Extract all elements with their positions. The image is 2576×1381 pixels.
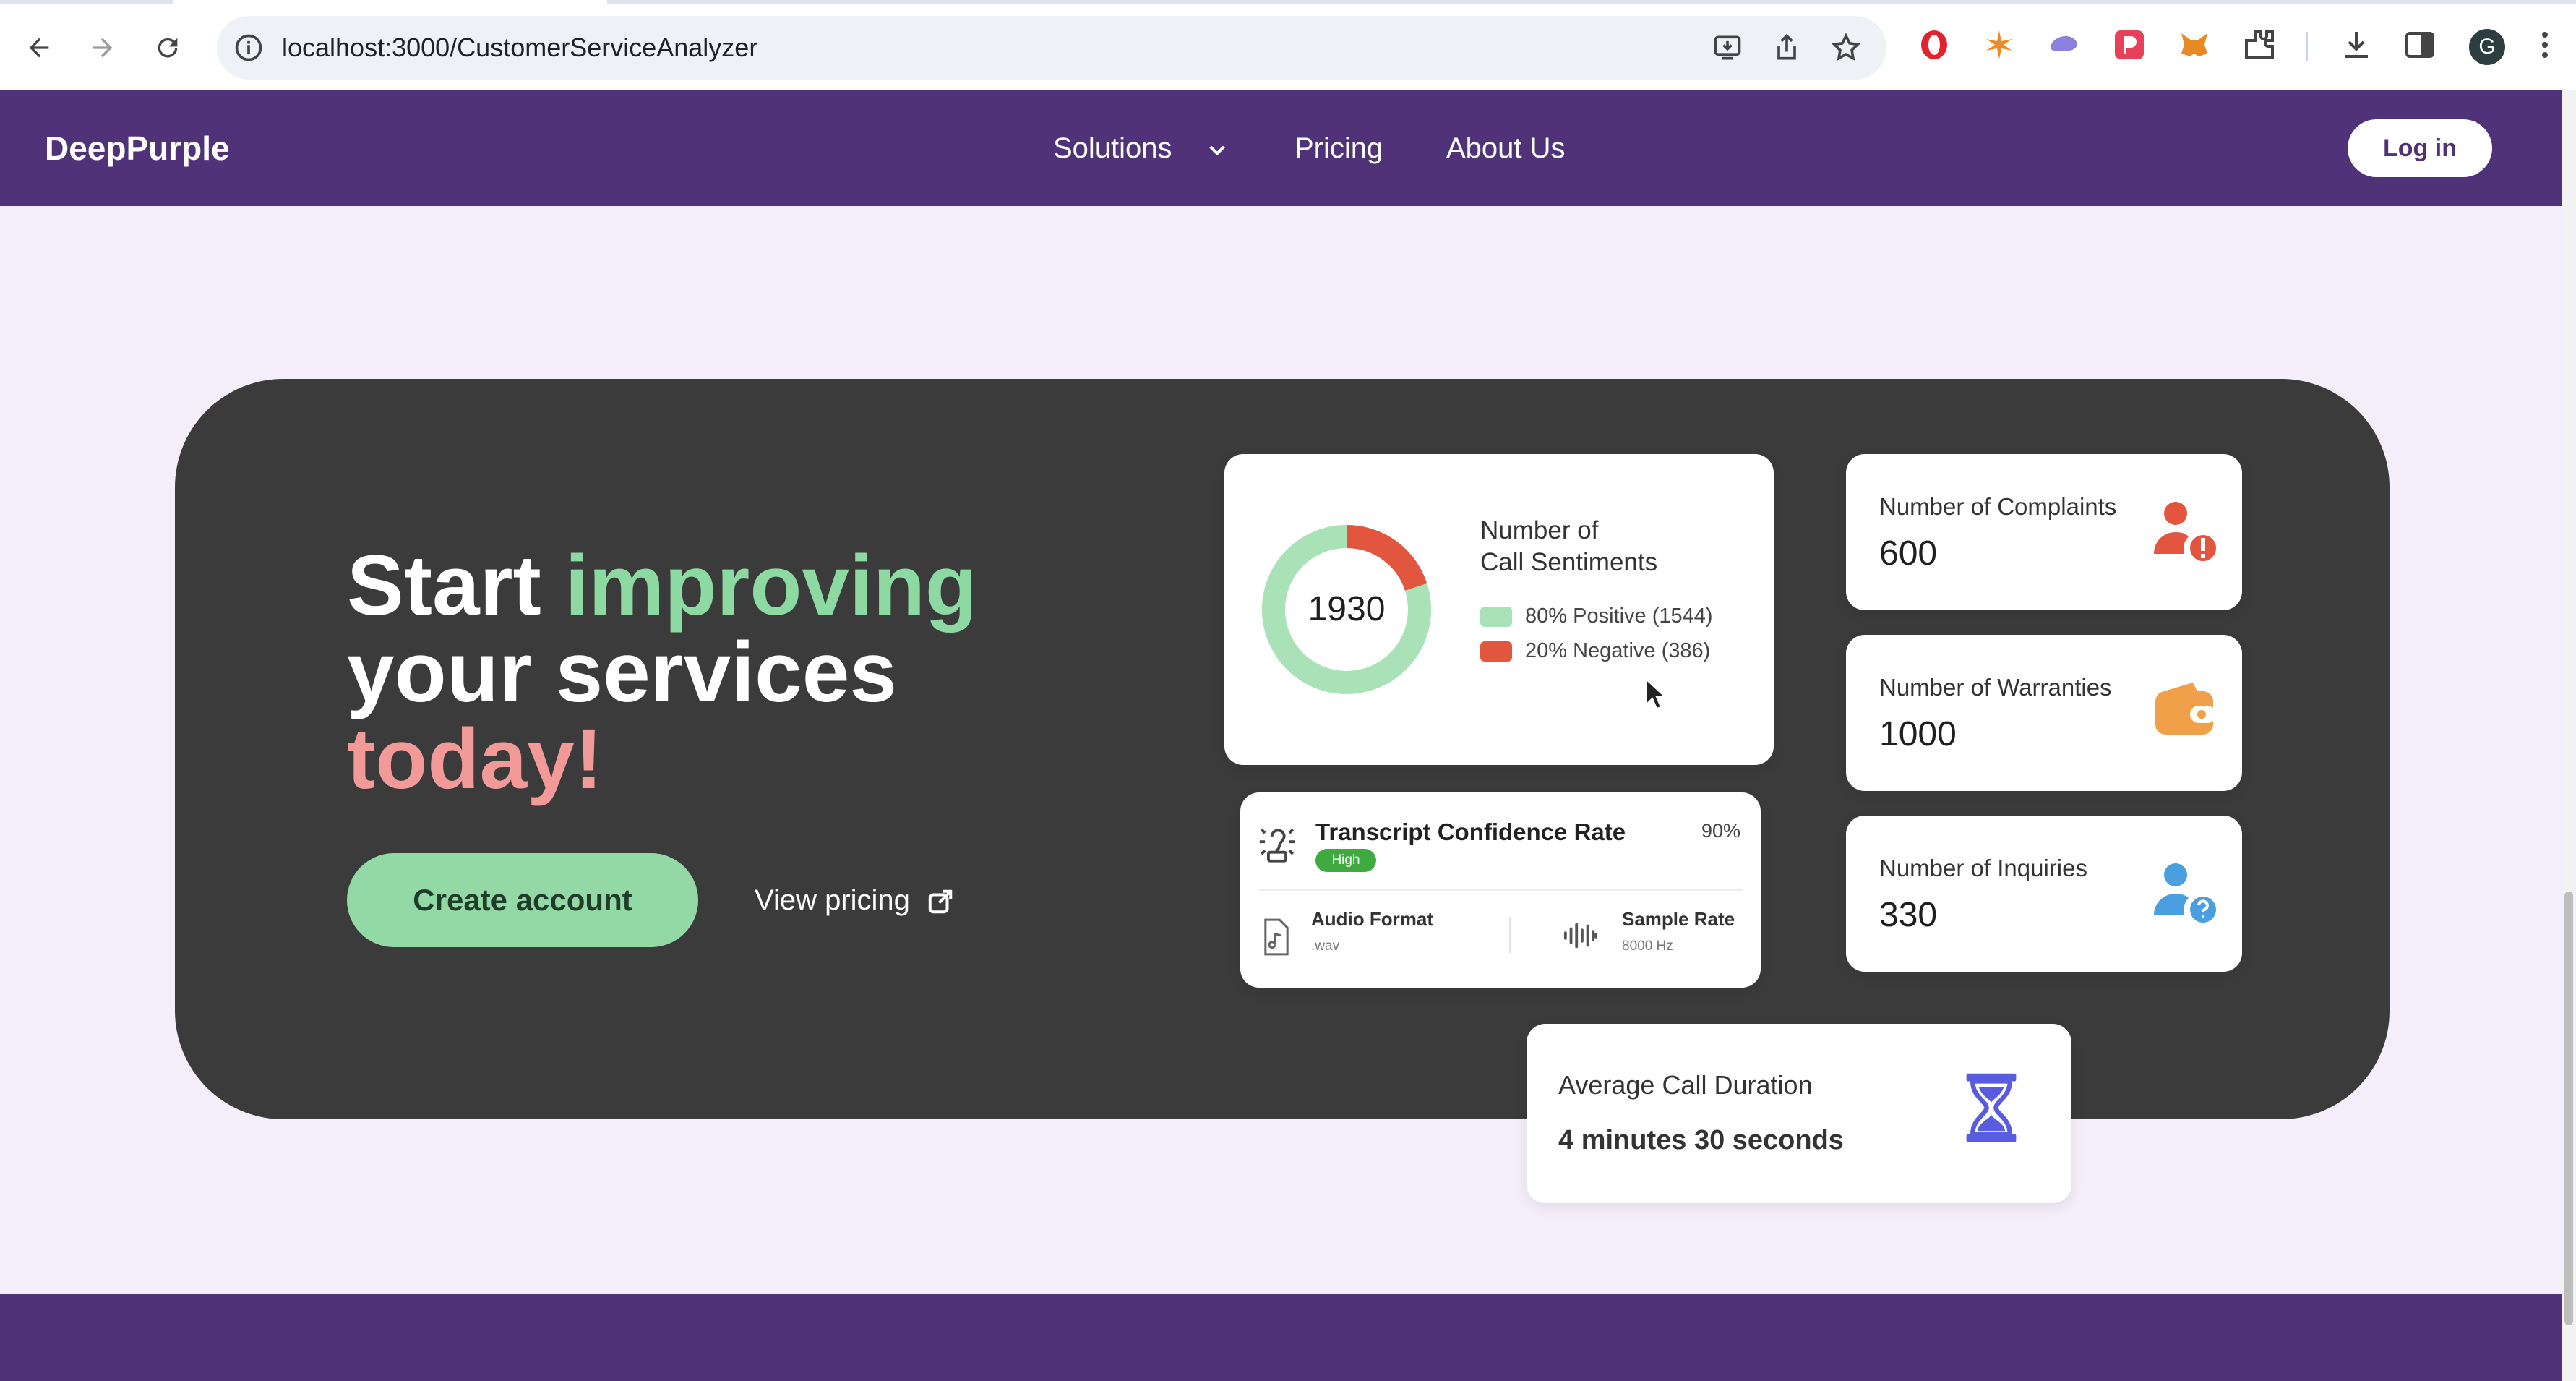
- warranties-value: 1000: [1879, 715, 1957, 753]
- confidence-percent: 90%: [1701, 820, 1740, 842]
- inquiries-card: Number of Inquiries 330: [1846, 816, 2242, 972]
- duration-value: 4 minutes 30 seconds: [1558, 1125, 1844, 1155]
- confidence-divider: [1259, 889, 1742, 891]
- sentiment-total: 1930: [1308, 590, 1386, 628]
- login-button[interactable]: Log in: [2348, 119, 2492, 177]
- inquiries-value: 330: [1879, 896, 1938, 934]
- url-text[interactable]: localhost:3000/CustomerServiceAnalyzer: [282, 16, 757, 80]
- sample-rate-value: 8000 Hz: [1622, 939, 1673, 954]
- install-app-icon[interactable]: [1712, 32, 1743, 64]
- download-icon[interactable]: [2339, 27, 2374, 62]
- headline-word-start: Start: [347, 538, 541, 633]
- legend-negative-label: 20% Negative (386): [1525, 639, 1711, 662]
- back-button[interactable]: [19, 27, 59, 68]
- page-scrollbar[interactable]: [2562, 90, 2576, 1381]
- bookmark-star-icon[interactable]: [1830, 32, 1862, 64]
- arrow-right-icon: [93, 38, 113, 58]
- nav-about[interactable]: About Us: [1446, 90, 1566, 206]
- sentiment-donut-chart: 1930: [1258, 521, 1435, 698]
- confidence-title: Transcript Confidence Rate: [1315, 818, 1626, 845]
- hourglass-icon: [1966, 1073, 2017, 1142]
- footer-band: [0, 1294, 2562, 1381]
- call-sentiments-card: 1930 Number of Call Sentiments 80% Posit…: [1224, 454, 1774, 765]
- headline-word-improving: improving: [564, 538, 977, 633]
- user-alert-icon: [2154, 502, 2219, 564]
- complaints-value: 600: [1879, 534, 1938, 573]
- hero-headline: Start improving your services today!: [347, 542, 1142, 803]
- audio-file-icon: [1264, 918, 1289, 956]
- legend-negative: 20% Negative (386): [1480, 636, 1710, 665]
- headline-line-2: your services: [347, 625, 897, 720]
- kebab-menu-icon[interactable]: [2534, 27, 2556, 62]
- info-icon[interactable]: [233, 32, 265, 64]
- legend-negative-swatch: [1480, 641, 1512, 662]
- audio-format-label: Audio Format: [1311, 908, 1433, 930]
- complaints-label: Number of Complaints: [1879, 493, 2117, 520]
- call-duration-card: Average Call Duration 4 minutes 30 secon…: [1527, 1024, 2071, 1203]
- reload-icon: [158, 38, 178, 58]
- audio-format-value: .wav: [1311, 939, 1340, 954]
- duration-label: Average Call Duration: [1558, 1070, 1813, 1100]
- inquiries-label: Number of Inquiries: [1879, 855, 2087, 881]
- nav-solutions[interactable]: Solutions: [1053, 90, 1172, 206]
- legend-positive-swatch: [1480, 607, 1512, 628]
- warranties-card: Number of Warranties 1000: [1846, 635, 2242, 791]
- sound-wave-icon: [1563, 923, 1598, 949]
- sidepanel-icon[interactable]: [2403, 27, 2437, 62]
- site-navbar: DeepPurple Solutions Pricing About Us Lo…: [0, 90, 2562, 206]
- warranties-label: Number of Warranties: [1879, 674, 2112, 701]
- cloud-extension-icon[interactable]: [2047, 27, 2082, 62]
- sentiment-title-line-2: Call Sentiments: [1480, 548, 1658, 576]
- scrollbar-thumb[interactable]: [2564, 892, 2573, 1325]
- complaints-card: Number of Complaints 600: [1846, 454, 2242, 610]
- external-link-icon: [928, 890, 953, 914]
- reload-button[interactable]: [147, 27, 188, 68]
- browser-toolbar: localhost:3000/CustomerServiceAnalyzer G: [0, 0, 2576, 91]
- user-question-icon: [2154, 863, 2219, 925]
- wallet-icon: [2155, 683, 2216, 735]
- confidence-vertical-divider: [1509, 917, 1511, 953]
- headline-line-3: today!: [347, 711, 603, 807]
- profile-avatar[interactable]: G: [2469, 29, 2505, 65]
- brand-logo[interactable]: DeepPurple: [45, 90, 230, 206]
- tab-strip: [0, 0, 2576, 4]
- forward-button[interactable]: [82, 27, 123, 68]
- mouse-cursor-icon: [1646, 678, 1665, 710]
- toolbar-divider: [2306, 32, 2308, 61]
- puzzle-extensions-icon[interactable]: [2242, 27, 2277, 62]
- sentiment-title-line-1: Number of: [1480, 516, 1599, 544]
- confidence-badge: High: [1315, 849, 1376, 872]
- create-account-button[interactable]: Create account: [347, 853, 698, 947]
- transcript-confidence-card: Transcript Confidence Rate 90% High Audi…: [1240, 792, 1761, 988]
- headline-line-1: Start improving: [347, 542, 1142, 629]
- view-pricing-link[interactable]: View pricing: [755, 853, 954, 947]
- sample-rate-label: Sample Rate: [1622, 908, 1735, 930]
- legend-positive-label: 80% Positive (1544): [1525, 604, 1713, 628]
- nav-pricing[interactable]: Pricing: [1295, 90, 1383, 206]
- view-pricing-label: View pricing: [755, 884, 910, 916]
- share-icon[interactable]: [1771, 32, 1803, 64]
- metamask-fox-icon[interactable]: [2177, 27, 2212, 62]
- address-bar[interactable]: localhost:3000/CustomerServiceAnalyzer: [217, 16, 1886, 80]
- opera-extension-icon[interactable]: [1917, 27, 1952, 62]
- chevron-down-icon[interactable]: [1206, 138, 1229, 161]
- pocket-extension-icon[interactable]: [2112, 27, 2147, 62]
- spark-extension-icon[interactable]: [1982, 27, 2017, 62]
- sentiment-title: Number of Call Sentiments: [1480, 515, 1755, 578]
- ear-listening-icon: [1259, 828, 1295, 863]
- active-tab[interactable]: [173, 0, 607, 4]
- arrow-left-icon: [29, 38, 49, 58]
- legend-positive: 80% Positive (1544): [1480, 602, 1713, 630]
